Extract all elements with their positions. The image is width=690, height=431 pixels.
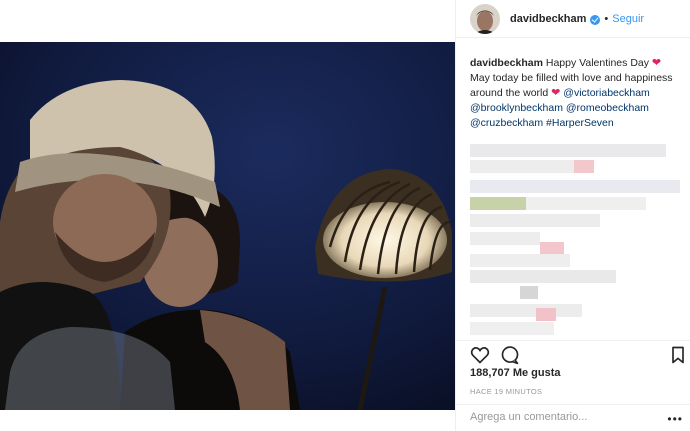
comment-input[interactable] bbox=[470, 411, 660, 423]
post-caption: davidbeckham Happy Valentines Day ❤ May … bbox=[470, 56, 682, 131]
red-heart-icon: ❤ bbox=[651, 57, 662, 69]
avatar[interactable] bbox=[470, 3, 500, 34]
mention-link[interactable]: @romeobeckham bbox=[566, 102, 649, 114]
post-timestamp[interactable]: HACE 19 MINUTOS bbox=[470, 387, 542, 396]
bookmark-icon[interactable] bbox=[668, 345, 688, 365]
post-actions bbox=[456, 340, 690, 368]
more-options-icon[interactable]: ••• bbox=[667, 412, 683, 426]
speech-bubble-icon[interactable] bbox=[500, 345, 520, 365]
verified-badge-icon bbox=[590, 14, 601, 25]
heart-outline-icon[interactable] bbox=[470, 345, 490, 365]
caption-text-1: Happy Valentines Day bbox=[545, 57, 649, 69]
avatar-image bbox=[470, 3, 500, 34]
hashtag-link[interactable]: #HarperSeven bbox=[546, 117, 614, 129]
post-side-panel: davidbeckham • Seguir davidbeckham Happy… bbox=[455, 0, 690, 431]
red-heart-icon: ❤ bbox=[551, 87, 561, 99]
photo-illustration bbox=[0, 42, 455, 410]
likes-count[interactable]: 188,707 Me gusta bbox=[470, 367, 561, 379]
header-username[interactable]: davidbeckham bbox=[510, 13, 586, 25]
mention-link[interactable]: @cruzbeckham bbox=[470, 117, 543, 129]
post-photo[interactable] bbox=[0, 42, 455, 410]
mention-link[interactable]: @victoriabeckham bbox=[563, 87, 650, 99]
caption-username[interactable]: davidbeckham bbox=[470, 57, 543, 69]
photo-area bbox=[0, 0, 455, 431]
mention-link[interactable]: @brooklynbeckham bbox=[470, 102, 563, 114]
comment-bar: ••• bbox=[456, 404, 690, 431]
instagram-post-view: davidbeckham • Seguir davidbeckham Happy… bbox=[0, 0, 690, 431]
post-header: davidbeckham • Seguir bbox=[456, 0, 690, 38]
header-separator: • bbox=[604, 12, 609, 25]
pixelated-comments bbox=[470, 142, 680, 342]
follow-button[interactable]: Seguir bbox=[612, 13, 644, 25]
